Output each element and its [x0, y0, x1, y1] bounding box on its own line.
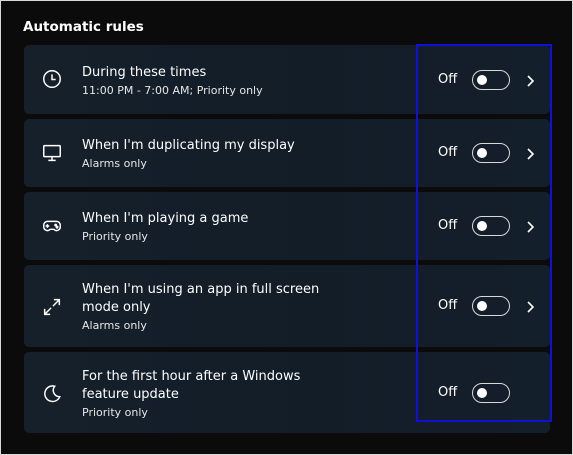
toggle-state-label: Off [438, 145, 458, 160]
toggle-switch[interactable] [472, 296, 510, 316]
rule-subtitle: Alarms only [82, 319, 147, 332]
toggle-switch[interactable] [472, 143, 510, 163]
toggle-switch[interactable] [472, 70, 510, 90]
toggle-switch[interactable] [472, 216, 510, 236]
rule-duplicating-display[interactable]: When I'm duplicating my display Alarms o… [24, 119, 550, 187]
rule-full-screen-app[interactable]: When I'm using an app in full screen mod… [24, 265, 550, 347]
toggle-knob [477, 220, 487, 231]
toggle-knob [477, 147, 487, 158]
moon-icon [40, 382, 64, 406]
rule-title-line2: feature update [82, 387, 179, 402]
chevron-right-icon[interactable] [524, 299, 536, 313]
rule-subtitle: Priority only [82, 406, 148, 419]
chevron-right-icon[interactable] [524, 73, 536, 87]
rule-during-these-times[interactable]: During these times 11:00 PM - 7:00 AM; P… [24, 45, 550, 114]
rule-playing-game[interactable]: When I'm playing a game Priority only Of… [24, 192, 550, 260]
toggle-switch[interactable] [472, 383, 510, 403]
rule-title-line1: For the first hour after a Windows [82, 369, 301, 384]
rule-subtitle: Priority only [82, 230, 148, 243]
toggle-knob [477, 300, 487, 311]
rule-title-line1: When I'm using an app in full screen [82, 282, 320, 297]
rule-title: When I'm duplicating my display [82, 138, 295, 153]
toggle-knob [477, 74, 487, 85]
clock-icon [40, 67, 64, 91]
chevron-right-icon[interactable] [524, 219, 536, 233]
rule-title: When I'm playing a game [82, 211, 249, 226]
toggle-state-label: Off [438, 72, 458, 87]
gamepad-icon [40, 214, 64, 238]
chevron-right-icon[interactable] [524, 146, 536, 160]
monitor-icon [40, 141, 64, 165]
rule-title: During these times [82, 65, 207, 80]
fullscreen-icon [40, 295, 64, 319]
toggle-state-label: Off [438, 385, 458, 400]
rule-windows-feature-update[interactable]: For the first hour after a Windows featu… [24, 352, 550, 433]
toggle-knob [477, 387, 487, 398]
toggle-state-label: Off [438, 298, 458, 313]
toggle-state-label: Off [438, 218, 458, 233]
rule-title-line2: mode only [82, 300, 151, 315]
rule-subtitle: 11:00 PM - 7:00 AM; Priority only [82, 84, 263, 97]
section-title: Automatic rules [23, 19, 144, 35]
rule-subtitle: Alarms only [82, 157, 147, 170]
